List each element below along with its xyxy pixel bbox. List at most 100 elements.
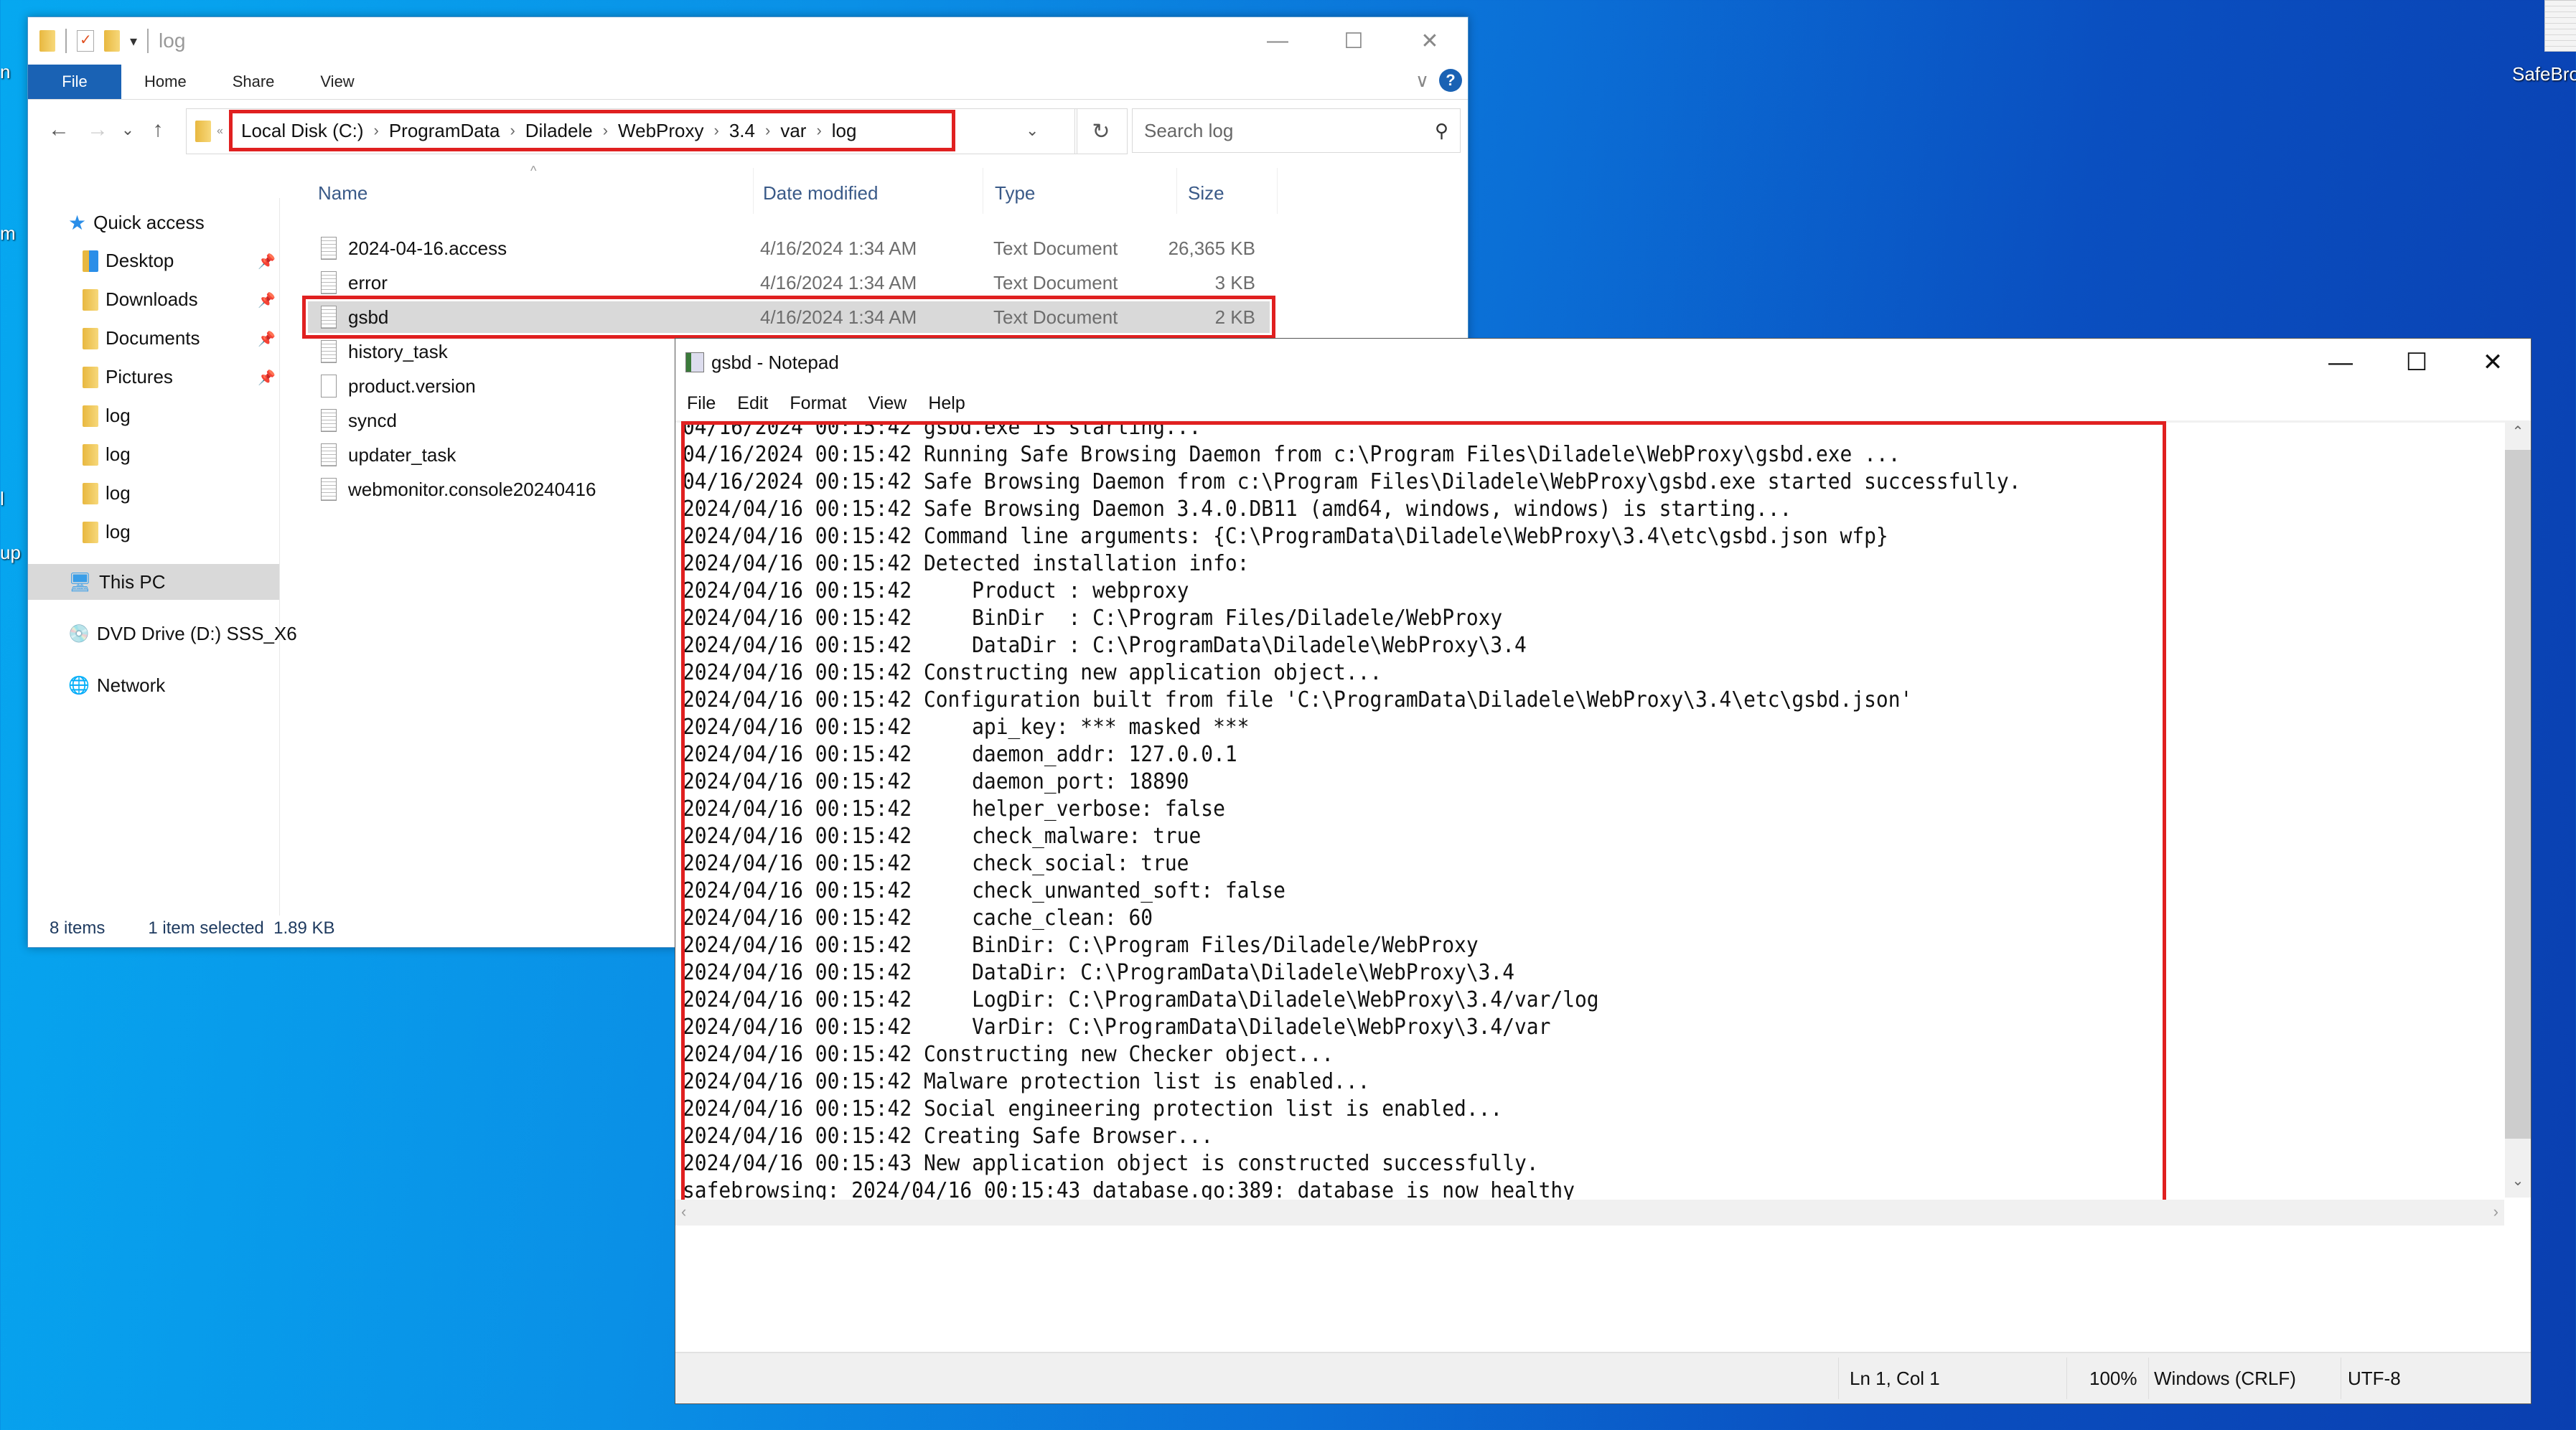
column-divider[interactable] (1277, 168, 1278, 214)
breadcrumb-item[interactable]: ProgramData (389, 120, 500, 142)
column-divider[interactable] (753, 168, 754, 214)
breadcrumb-item[interactable]: WebProxy (618, 120, 703, 142)
blank-file-icon (321, 375, 337, 398)
menu-file[interactable]: File (687, 393, 716, 414)
properties-icon[interactable] (77, 30, 94, 52)
help-icon[interactable]: ? (1439, 69, 1462, 92)
cursor-position: Ln 1, Col 1 (1850, 1368, 1940, 1389)
column-header-type[interactable]: Type (995, 182, 1035, 204)
log-line: 2024/04/16 00:15:42 Configuration built … (683, 687, 1913, 712)
desktop-icon-label-fragment[interactable]: m (0, 222, 16, 245)
chevron-right-icon[interactable]: › (373, 121, 378, 140)
scroll-right-icon[interactable]: › (2493, 1203, 2498, 1221)
horizontal-scrollbar[interactable]: ‹ › (675, 1200, 2504, 1226)
sidebar-item-log[interactable]: log (83, 482, 131, 504)
expand-ribbon-icon[interactable]: ∨ (1415, 70, 1429, 92)
breadcrumb-item[interactable]: Diladele (525, 120, 593, 142)
sidebar-item-documents[interactable]: Documents (83, 327, 200, 349)
column-divider[interactable] (1176, 168, 1177, 214)
sidebar-item-log[interactable]: log (83, 405, 131, 427)
column-header-size[interactable]: Size (1188, 182, 1224, 204)
file-row[interactable]: 2024-04-16.access 4/16/2024 1:34 AM Text… (308, 232, 1270, 264)
sidebar-item-network[interactable]: 🌐 Network (68, 674, 165, 697)
file-row-selected[interactable]: gsbd 4/16/2024 1:34 AM Text Document 2 K… (302, 296, 1275, 339)
chevron-right-icon[interactable]: › (765, 121, 770, 140)
close-button[interactable]: ✕ (2455, 339, 2531, 386)
sidebar-item-log[interactable]: log (83, 443, 131, 466)
column-header-date-modified[interactable]: Date modified (763, 182, 878, 204)
log-line: 2024/04/16 00:15:42 Malware protection l… (683, 1069, 1370, 1094)
tab-share[interactable]: Share (210, 65, 298, 99)
desktop-icon-label-fragment[interactable]: up (0, 542, 21, 564)
chevron-right-icon[interactable]: › (603, 121, 608, 140)
column-header-name[interactable]: Name (318, 182, 367, 204)
desktop-icon-label-safebrowsing[interactable]: SafeBro (2512, 63, 2576, 85)
notepad-status-bar: Ln 1, Col 1 100% Windows (CRLF) UTF-8 (675, 1352, 2531, 1403)
menu-edit[interactable]: Edit (737, 393, 768, 414)
chevron-right-icon[interactable]: › (714, 121, 719, 140)
address-dropdown-icon[interactable]: ⌄ (1026, 121, 1039, 140)
forward-arrow-icon[interactable]: → (78, 118, 117, 142)
up-arrow-icon[interactable]: ↑ (139, 118, 177, 142)
desktop-file-icon[interactable] (2544, 0, 2576, 52)
file-type: Text Document (993, 306, 1118, 328)
chevron-right-icon[interactable]: › (510, 121, 515, 140)
pin-icon[interactable]: 📌 (258, 291, 276, 309)
menu-view[interactable]: View (868, 393, 907, 414)
breadcrumb-item[interactable]: 3.4 (729, 120, 755, 142)
sidebar-item-label: log (106, 405, 131, 426)
menu-format[interactable]: Format (790, 393, 846, 414)
maximize-button[interactable]: ☐ (2379, 339, 2455, 386)
sidebar-item-pictures[interactable]: Pictures (83, 366, 173, 388)
desktop-icon-label-fragment[interactable]: l (0, 488, 4, 510)
file-date: 4/16/2024 1:34 AM (760, 271, 917, 293)
menu-help[interactable]: Help (928, 393, 965, 414)
back-arrow-icon[interactable]: ← (39, 118, 78, 142)
minimize-button[interactable]: — (1240, 17, 1316, 65)
refresh-button[interactable]: ↻ (1074, 108, 1128, 154)
sidebar-item-downloads[interactable]: Downloads (83, 288, 198, 311)
file-name: updater_task (348, 443, 456, 466)
pin-icon[interactable]: 📌 (258, 369, 276, 387)
pin-icon[interactable]: 📌 (258, 253, 276, 271)
breadcrumb-item[interactable]: Local Disk (C:) (241, 120, 363, 142)
file-name: history_task (348, 340, 448, 362)
sidebar-item-label: log (106, 521, 131, 542)
breadcrumb-item[interactable]: log (832, 120, 857, 142)
desktop-icon-label-fragment[interactable]: n (0, 61, 10, 83)
tab-view[interactable]: View (297, 65, 377, 99)
tab-file[interactable]: File (28, 65, 121, 99)
file-name: gsbd (348, 306, 389, 328)
recent-locations-icon[interactable]: ⌄ (117, 121, 139, 139)
scrollbar-thumb[interactable] (2505, 450, 2531, 1139)
notepad-window: gsbd - Notepad — ☐ ✕ File Edit Format Vi… (675, 338, 2531, 1404)
maximize-button[interactable]: ☐ (1316, 17, 1392, 65)
close-button[interactable]: ✕ (1392, 17, 1468, 65)
chevron-right-icon[interactable]: › (816, 121, 821, 140)
sidebar-item-dvd-drive[interactable]: 💿 DVD Drive (D:) SSS_X6 (68, 623, 297, 645)
scroll-down-icon[interactable]: ⌄ (2505, 1172, 2531, 1198)
log-line: 2024/04/16 00:15:42 Constructing new Che… (683, 1042, 1334, 1067)
pin-icon[interactable]: 📌 (258, 330, 276, 348)
vertical-scrollbar[interactable]: ⌃ ⌄ (2505, 423, 2531, 1198)
folder-icon (83, 405, 98, 427)
tab-home[interactable]: Home (121, 65, 210, 99)
overflow-icon[interactable]: « (217, 125, 223, 138)
breadcrumb: Local Disk (C:) › ProgramData › Diladele… (229, 110, 955, 151)
log-line: 04/16/2024 00:15:42 Running Safe Browsin… (683, 442, 1901, 467)
new-folder-icon[interactable] (104, 30, 120, 52)
sidebar-item-this-pc[interactable]: 🖥 This PC (68, 571, 165, 593)
log-line: 2024/04/16 00:15:42 LogDir: C:\ProgramDa… (683, 987, 1599, 1012)
text-editor-area[interactable]: 04/16/2024 00:15:42 gsbd.exe is starting… (675, 423, 2504, 1200)
scroll-left-icon[interactable]: ‹ (681, 1203, 686, 1221)
breadcrumb-item[interactable]: var (780, 120, 806, 142)
sidebar-item-label: Quick access (93, 212, 205, 233)
minimize-button[interactable]: — (2303, 339, 2379, 386)
file-row[interactable]: error 4/16/2024 1:34 AM Text Document 3 … (308, 267, 1270, 298)
sidebar-item-log[interactable]: log (83, 521, 131, 543)
scroll-up-icon[interactable]: ⌃ (2505, 423, 2531, 448)
sidebar-item-quick-access[interactable]: ★ Quick access (68, 211, 205, 235)
search-input[interactable]: Search log ⚲ (1132, 108, 1461, 153)
item-count: 8 items (50, 918, 106, 938)
customize-qat-icon[interactable]: ▾ (130, 32, 137, 50)
